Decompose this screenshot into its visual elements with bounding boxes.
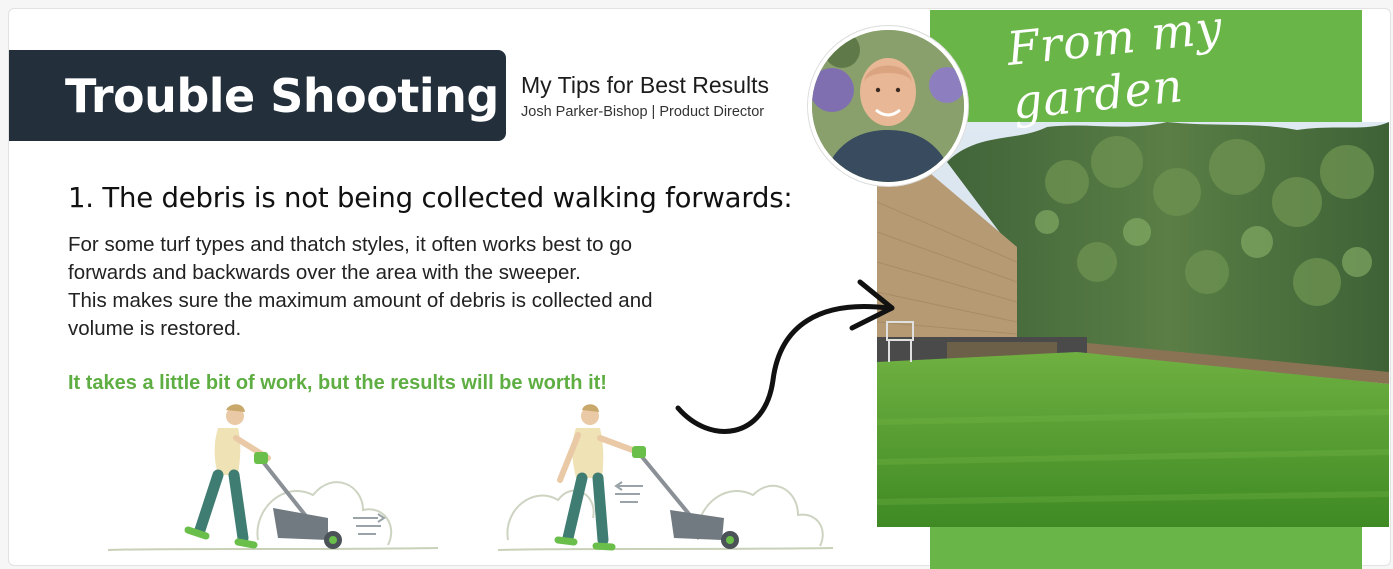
man-pulling-sweeper-illustration <box>498 404 834 551</box>
author-line: Josh Parker-Bishop | Product Director <box>521 104 765 120</box>
man-pushing-sweeper-illustration <box>108 404 439 551</box>
author-avatar <box>808 26 968 186</box>
body-line: This makes sure the maximum amount of de… <box>68 289 653 312</box>
body-line: volume is restored. <box>68 317 242 340</box>
body-line: forwards and backwards over the area wit… <box>68 261 581 284</box>
section-heading: 1. The debris is not being collected wal… <box>68 182 793 214</box>
tips-title: My Tips for Best Results <box>521 72 769 98</box>
avatar-portrait <box>812 30 964 182</box>
garden-bottom-band <box>930 526 1362 569</box>
section-body: For some turf types and thatch styles, i… <box>68 231 768 343</box>
garden-photo-image <box>877 122 1389 527</box>
garden-photo <box>877 122 1389 527</box>
body-line: For some turf types and thatch styles, i… <box>68 233 633 256</box>
page-title: Trouble Shooting <box>65 68 499 123</box>
title-banner: Trouble Shooting <box>9 50 506 141</box>
highlight-text: It takes a little bit of work, but the r… <box>68 372 607 394</box>
